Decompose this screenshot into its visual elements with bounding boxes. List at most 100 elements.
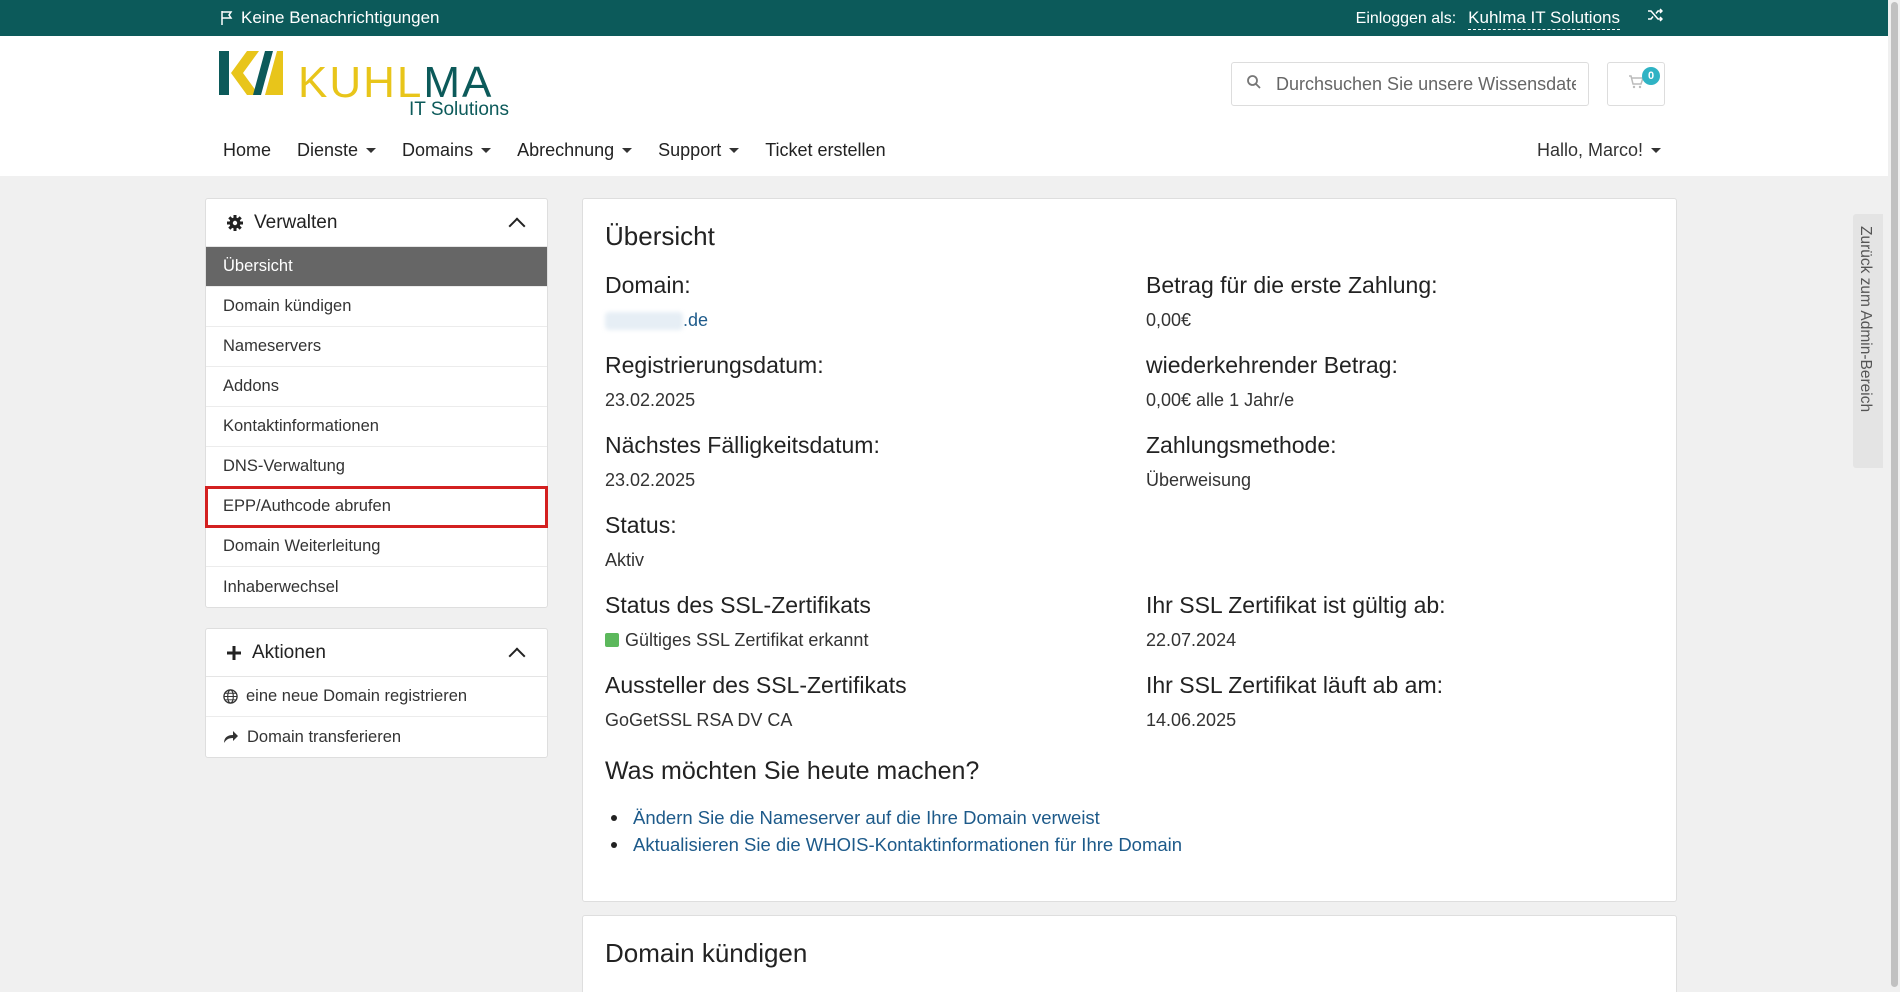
sidebar-item-domain-kuendigen[interactable]: Domain kündigen bbox=[206, 287, 547, 327]
list-item: Ändern Sie die Nameserver auf die Ihre D… bbox=[605, 807, 1182, 828]
ssl-issuer-label: Aussteller des SSL-Zertifikats bbox=[605, 672, 907, 698]
sidebar-item-uebersicht[interactable]: Übersicht bbox=[206, 247, 547, 287]
ssl-status-value: Gültiges SSL Zertifikat erkannt bbox=[605, 630, 868, 651]
todo-list: Ändern Sie die Nameserver auf die Ihre D… bbox=[605, 807, 1182, 861]
actions-panel-title: Aktionen bbox=[252, 641, 326, 663]
nav-home-label: Home bbox=[223, 140, 272, 160]
registration-date-value: 23.02.2025 bbox=[605, 390, 696, 410]
actions-panel-header[interactable]: Aktionen bbox=[206, 629, 547, 677]
caret-down-icon bbox=[1651, 148, 1661, 153]
nav-support-label: Support bbox=[658, 140, 722, 160]
kuhlma-logo-mark-icon bbox=[219, 51, 283, 95]
nav-support[interactable]: Support bbox=[645, 140, 752, 161]
caret-down-icon bbox=[729, 148, 740, 153]
recurring-amount-label: wiederkehrender Betrag: bbox=[1146, 352, 1398, 378]
manage-panel-title: Verwalten bbox=[254, 211, 338, 233]
manage-panel: Verwalten Übersicht Domain kündigen Name… bbox=[205, 198, 548, 608]
status-value: Aktiv bbox=[605, 550, 645, 570]
ssl-issuer-value: GoGetSSL RSA DV CA bbox=[605, 710, 793, 730]
login-user-link[interactable]: Kuhlma IT Solutions bbox=[1468, 8, 1620, 30]
manage-panel-header[interactable]: Verwalten bbox=[206, 199, 547, 247]
plus-icon bbox=[227, 645, 241, 660]
logo-subtitle: IT Solutions bbox=[409, 99, 509, 120]
registration-date-label: Registrierungsdatum: bbox=[605, 352, 824, 378]
user-greeting: Hallo, Marco! bbox=[1536, 140, 1643, 160]
back-to-admin-tab[interactable]: Zurück zum Admin-Bereich bbox=[1853, 214, 1883, 468]
payment-method-label: Zahlungsmethode: bbox=[1146, 432, 1337, 458]
sidebar-item-kontaktinformationen[interactable]: Kontaktinformationen bbox=[206, 407, 547, 447]
list-item: Aktualisieren Sie die WHOIS-Kontaktinfor… bbox=[605, 834, 1182, 855]
search-input[interactable] bbox=[1276, 73, 1576, 95]
share-arrow-icon bbox=[224, 731, 238, 743]
domain-label: Domain: bbox=[605, 272, 691, 298]
search-icon bbox=[1232, 74, 1276, 94]
main-nav: Home Dienste Domains Abrechnung Support … bbox=[210, 140, 899, 161]
update-whois-link[interactable]: Aktualisieren Sie die WHOIS-Kontaktinfor… bbox=[633, 834, 1182, 855]
user-menu[interactable]: Hallo, Marco! bbox=[1537, 140, 1661, 161]
chevron-up-icon[interactable] bbox=[508, 217, 526, 234]
payment-method-value: Überweisung bbox=[1146, 470, 1252, 490]
overview-card: Übersicht Domain: .de Betrag für die ers… bbox=[582, 198, 1677, 902]
action-register-domain-label: eine neue Domain registrieren bbox=[246, 687, 468, 705]
nav-dienste[interactable]: Dienste bbox=[284, 140, 389, 161]
cart-count-badge: 0 bbox=[1642, 67, 1660, 85]
nav-abrechnung[interactable]: Abrechnung bbox=[504, 140, 645, 161]
ssl-valid-from-label: Ihr SSL Zertifikat ist gültig ab: bbox=[1146, 592, 1446, 618]
chevron-up-icon[interactable] bbox=[508, 647, 526, 664]
due-date-label: Nächstes Fälligkeitsdatum: bbox=[605, 432, 880, 458]
first-payment-label: Betrag für die erste Zahlung: bbox=[1146, 272, 1438, 298]
todo-title: Was möchten Sie heute machen? bbox=[605, 757, 980, 785]
ssl-expires-label: Ihr SSL Zertifikat läuft ab am: bbox=[1146, 672, 1443, 698]
domain-value[interactable]: .de bbox=[605, 310, 708, 331]
first-payment-value: 0,00€ bbox=[1146, 310, 1192, 330]
actions-panel: Aktionen eine neue Domain registrieren D… bbox=[205, 628, 548, 758]
ssl-expires-value: 14.06.2025 bbox=[1146, 710, 1237, 730]
notifications-label: Keine Benachrichtigungen bbox=[241, 8, 440, 27]
due-date-value: 23.02.2025 bbox=[605, 470, 696, 490]
ssl-valid-from-value: 22.07.2024 bbox=[1146, 630, 1237, 650]
ssl-status-label: Status des SSL-Zertifikats bbox=[605, 592, 871, 618]
nav-domains[interactable]: Domains bbox=[389, 140, 504, 161]
domain-link[interactable]: .de bbox=[683, 310, 708, 330]
recurring-amount-value: 0,00€ alle 1 Jahr/e bbox=[1146, 390, 1295, 410]
globe-icon bbox=[223, 689, 238, 704]
caret-down-icon bbox=[481, 148, 492, 153]
notifications-link[interactable]: Keine Benachrichtigungen bbox=[219, 8, 439, 28]
flag-icon bbox=[221, 11, 233, 25]
gear-icon bbox=[227, 214, 243, 231]
ssl-status-text: Gültiges SSL Zertifikat erkannt bbox=[625, 630, 869, 650]
login-as-label: Einloggen als: bbox=[1355, 10, 1457, 27]
login-as: Einloggen als: Kuhlma IT Solutions bbox=[1356, 8, 1620, 30]
back-to-admin-label: Zurück zum Admin-Bereich bbox=[1857, 226, 1874, 413]
top-bar: Keine Benachrichtigungen Einloggen als: … bbox=[0, 0, 1888, 36]
status-label: Status: bbox=[605, 512, 677, 538]
sidebar-item-dns-verwaltung[interactable]: DNS-Verwaltung bbox=[206, 447, 547, 487]
nav-ticket-label: Ticket erstellen bbox=[765, 140, 886, 160]
scrollbar[interactable] bbox=[1888, 0, 1900, 992]
cancel-domain-card: Domain kündigen bbox=[582, 915, 1677, 992]
knowledgebase-search[interactable] bbox=[1231, 62, 1589, 106]
action-register-domain[interactable]: eine neue Domain registrieren bbox=[206, 677, 547, 717]
cart-button[interactable]: 0 bbox=[1607, 62, 1665, 106]
nav-abrechnung-label: Abrechnung bbox=[517, 140, 615, 160]
sidebar-item-nameservers[interactable]: Nameservers bbox=[206, 327, 547, 367]
nav-home[interactable]: Home bbox=[210, 140, 284, 161]
overview-title: Übersicht bbox=[605, 221, 715, 251]
nav-ticket[interactable]: Ticket erstellen bbox=[752, 140, 898, 161]
caret-down-icon bbox=[366, 148, 377, 153]
sidebar-item-domain-weiterleitung[interactable]: Domain Weiterleitung bbox=[206, 527, 547, 567]
sidebar-item-epp-authcode[interactable]: EPP/Authcode abrufen bbox=[205, 486, 548, 528]
redacted-domain bbox=[605, 312, 683, 331]
sidebar-item-addons[interactable]: Addons bbox=[206, 367, 547, 407]
site-header: KUHLMA IT Solutions 0 Home Dienste Domai… bbox=[0, 36, 1888, 176]
caret-down-icon bbox=[622, 148, 633, 153]
cancel-domain-title: Domain kündigen bbox=[605, 938, 808, 968]
action-transfer-domain[interactable]: Domain transferieren bbox=[206, 717, 547, 757]
change-nameservers-link[interactable]: Ändern Sie die Nameserver auf die Ihre D… bbox=[633, 807, 1100, 828]
sidebar-item-inhaberwechsel[interactable]: Inhaberwechsel bbox=[206, 567, 547, 607]
scrollbar-thumb[interactable] bbox=[1891, 2, 1898, 987]
action-transfer-domain-label: Domain transferieren bbox=[247, 727, 402, 746]
shuffle-icon[interactable] bbox=[1647, 8, 1664, 27]
nav-domains-label: Domains bbox=[402, 140, 474, 160]
lock-icon bbox=[605, 633, 619, 648]
